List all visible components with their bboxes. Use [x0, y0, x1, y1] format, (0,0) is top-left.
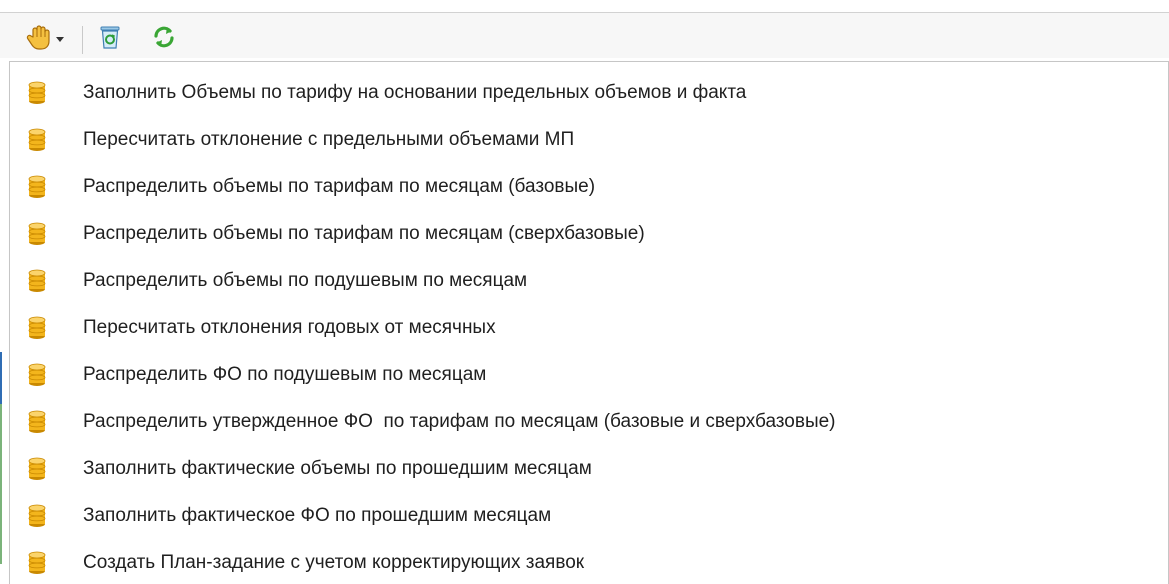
recycle-bin-icon: [99, 24, 121, 55]
menu-item-label: Заполнить фактическое ФО по прошедшим ме…: [83, 505, 552, 526]
menu-item-label: Пересчитать отклонения годовых от месячн…: [83, 317, 496, 338]
background-window-edge-lower: [0, 404, 2, 564]
menu-item[interactable]: Распределить утвержденное ФО по тарифам …: [10, 399, 1168, 445]
menu-item[interactable]: Распределить объемы по тарифам по месяца…: [10, 211, 1168, 257]
menu-item[interactable]: Пересчитать отклонения годовых от месячн…: [10, 305, 1168, 351]
toolbar: [0, 0, 1169, 58]
menu-item-label: Заполнить фактические объемы по прошедши…: [83, 458, 592, 479]
background-window-edge: [0, 352, 2, 404]
menu-item-label: Пересчитать отклонение с предельными объ…: [83, 129, 575, 150]
menu-item[interactable]: Распределить объемы по подушевым по меся…: [10, 258, 1168, 304]
hand-icon: [26, 23, 52, 56]
menu-item[interactable]: Распределить ФО по подушевым по месяцам: [10, 352, 1168, 398]
menu-item[interactable]: Заполнить фактическое ФО по прошедшим ме…: [10, 493, 1168, 539]
database-icon: [27, 316, 47, 340]
menu-item[interactable]: Заполнить фактические объемы по прошедши…: [10, 446, 1168, 492]
menu-item-label: Распределить объемы по подушевым по меся…: [83, 270, 528, 291]
menu-item-label: Заполнить Объемы по тарифу на основании …: [83, 82, 747, 103]
menu-item-label: Распределить утвержденное ФО по тарифам …: [83, 411, 836, 432]
database-icon: [27, 81, 47, 105]
database-icon: [27, 457, 47, 481]
menu-item[interactable]: Создать План-задание с учетом корректиру…: [10, 540, 1168, 584]
recycle-bin-button[interactable]: [94, 22, 126, 56]
menu-item[interactable]: Заполнить Объемы по тарифу на основании …: [10, 70, 1168, 116]
toolbar-top-border: [0, 0, 1169, 13]
toolbar-separator: [82, 26, 83, 54]
menu-item-label: Создать План-задание с учетом корректиру…: [83, 552, 585, 573]
chevron-down-icon: [56, 36, 64, 42]
refresh-button[interactable]: [148, 22, 180, 56]
actions-dropdown-button[interactable]: [12, 22, 78, 56]
database-icon: [27, 175, 47, 199]
actions-dropdown-menu: Заполнить Объемы по тарифу на основании …: [9, 61, 1169, 584]
database-icon: [27, 269, 47, 293]
database-icon: [27, 504, 47, 528]
refresh-icon: [152, 25, 176, 54]
menu-item[interactable]: Пересчитать отклонение с предельными объ…: [10, 117, 1168, 163]
menu-item-label: Распределить объемы по тарифам по месяца…: [83, 223, 645, 244]
database-icon: [27, 128, 47, 152]
menu-item-label: Распределить ФО по подушевым по месяцам: [83, 364, 487, 385]
app-window: Заполнить Объемы по тарифу на основании …: [0, 0, 1169, 584]
database-icon: [27, 551, 47, 575]
menu-item-label: Распределить объемы по тарифам по месяца…: [83, 176, 596, 197]
database-icon: [27, 222, 47, 246]
database-icon: [27, 363, 47, 387]
menu-item[interactable]: Распределить объемы по тарифам по месяца…: [10, 164, 1168, 210]
database-icon: [27, 410, 47, 434]
